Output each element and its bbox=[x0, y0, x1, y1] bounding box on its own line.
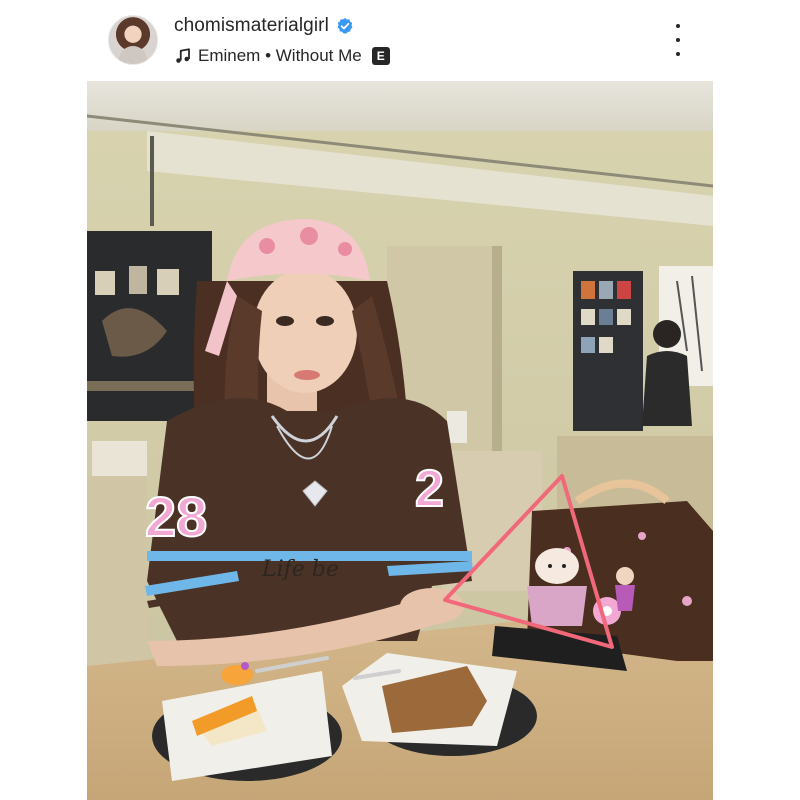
instagram-post: chomismaterialgirl Eminem • Without Me E bbox=[87, 0, 713, 800]
music-note-icon bbox=[174, 47, 192, 65]
verified-badge-icon bbox=[336, 17, 354, 35]
explicit-badge: E bbox=[371, 47, 390, 65]
username-link[interactable]: chomismaterialgirl bbox=[174, 15, 329, 37]
jersey-number-right: 2 bbox=[415, 460, 444, 518]
more-vertical-icon bbox=[676, 24, 680, 28]
jersey-script-text: Life be bbox=[261, 557, 339, 582]
jersey-number-left: 28 bbox=[145, 485, 207, 548]
username-row: chomismaterialgirl bbox=[174, 14, 354, 38]
post-header: chomismaterialgirl Eminem • Without Me E bbox=[87, 0, 713, 81]
audio-track-row[interactable]: Eminem • Without Me E bbox=[174, 45, 390, 67]
post-photo[interactable]: 28 2 Life be bbox=[87, 81, 713, 800]
more-options-button[interactable] bbox=[670, 24, 686, 56]
audio-track-label: Eminem • Without Me bbox=[198, 46, 362, 65]
profile-avatar[interactable] bbox=[108, 15, 158, 65]
